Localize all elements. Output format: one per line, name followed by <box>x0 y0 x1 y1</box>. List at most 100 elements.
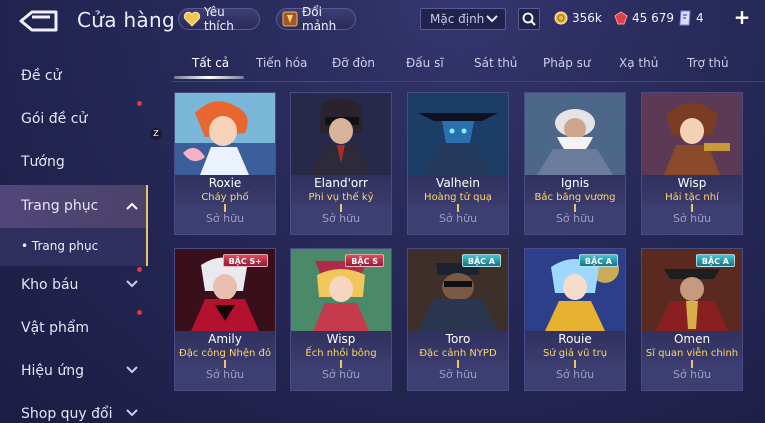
tab-tank[interactable]: Đỡ đòn <box>332 56 375 70</box>
skin-info: Wisp Ếch nhồi bông <box>291 331 391 361</box>
tier-badge: BẬC A <box>695 254 735 267</box>
tab-assassin[interactable]: Sát thủ <box>474 56 517 70</box>
back-arrow-icon <box>19 10 58 32</box>
gold-coin-icon <box>554 11 568 25</box>
collapse-sidebar-button[interactable]: Z <box>150 128 162 140</box>
hero-name: Valhein <box>436 176 480 190</box>
skin-info: Omen Sĩ quan viễn chinh <box>642 331 742 361</box>
sidebar-item-label: Gói đề cử <box>21 111 88 127</box>
voucher-icon <box>678 10 692 26</box>
sidebar-item-label: Hiệu ứng <box>21 363 84 379</box>
sidebar-item-featured-bundles[interactable]: Gói đề cử <box>0 99 148 139</box>
sidebar-subitem-label: • Trang phục <box>21 239 99 253</box>
sidebar-item-label: Trang phục <box>21 198 99 214</box>
sidebar-item-exchange-shop[interactable]: Shop quy đổi <box>0 394 148 423</box>
chevron-down-icon <box>486 15 498 23</box>
sidebar-item-label: Đề cử <box>21 68 62 84</box>
skin-card[interactable]: Wisp Hải tặc nhí Sở hữu <box>641 92 743 235</box>
skin-name: Ếch nhồi bông <box>305 348 377 359</box>
sidebar-item-label: Tướng <box>21 154 65 170</box>
skin-card[interactable]: Roxie Cháy phố Sở hữu <box>174 92 276 235</box>
add-currency-button[interactable]: + <box>733 7 751 27</box>
owned-status: Sở hữu <box>408 361 508 390</box>
tab-mage[interactable]: Pháp sư <box>543 56 590 70</box>
notification-dot <box>137 267 142 272</box>
shard-icon <box>281 11 299 27</box>
tab-support[interactable]: Trợ thủ <box>687 56 729 70</box>
hero-name: Toro <box>445 332 471 346</box>
hero-name: Roxie <box>208 176 242 190</box>
back-button[interactable] <box>18 9 60 33</box>
sidebar-subitem-skins[interactable]: • Trang phục <box>0 228 148 266</box>
sidebar-item-heroes[interactable]: Tướng <box>0 142 148 182</box>
skin-card[interactable]: BẬC A Omen Sĩ quan viễn chinh Sở hữu <box>641 248 743 391</box>
skin-card[interactable]: BẬC S Wisp Ếch nhồi bông Sở hữu <box>290 248 392 391</box>
owned-status: Sở hữu <box>642 205 742 234</box>
skin-name: Cháy phố <box>201 192 249 203</box>
ruby-amount: 45 679 <box>632 11 674 25</box>
owned-status: Sở hữu <box>175 361 275 390</box>
skin-info: Rouie Sứ giả vũ trụ <box>525 331 625 361</box>
voucher-amount: 4 <box>696 11 704 25</box>
hero-name: Omen <box>673 332 711 346</box>
search-button[interactable] <box>518 8 540 30</box>
favorites-label: Yêu thích <box>204 5 234 33</box>
sidebar-item-effects[interactable]: Hiệu ứng <box>0 351 148 391</box>
sidebar-item-label: Shop quy đổi <box>21 406 113 422</box>
owned-status: Sở hữu <box>408 205 508 234</box>
sidebar-item-items[interactable]: Vật phẩm <box>0 308 148 348</box>
tier-badge: BẬC S+ <box>222 254 268 267</box>
skin-card[interactable]: BẬC A Toro Đặc cảnh NYPD Sở hữu <box>407 248 509 391</box>
category-tabs: Tất cả Tiến hóa Đỡ đòn Đấu sĩ Sát thủ Ph… <box>172 50 765 82</box>
skin-card[interactable]: Valhein Hoàng tử quạ Sở hữu <box>407 92 509 235</box>
notification-dot <box>137 310 142 315</box>
chevron-up-icon <box>126 202 138 210</box>
ruby-balance: 45 679 <box>614 9 674 27</box>
skin-portrait <box>408 93 508 175</box>
hero-name: Wisp <box>326 332 356 346</box>
hero-name: Wisp <box>677 176 707 190</box>
page-title: Cửa hàng <box>77 8 175 32</box>
sidebar-item-featured[interactable]: Đề cử <box>0 56 148 96</box>
sidebar-item-skins[interactable]: Trang phục <box>0 185 148 228</box>
plus-icon: + <box>733 5 751 29</box>
exchange-button[interactable]: Đổi mảnh <box>276 5 356 33</box>
exchange-label: Đổi mảnh <box>302 5 337 33</box>
hero-name: Rouie <box>558 332 592 346</box>
search-icon <box>522 12 536 26</box>
skin-info: Amily Đặc công Nhện đỏ <box>175 331 275 361</box>
tab-warrior[interactable]: Đấu sĩ <box>406 56 444 70</box>
sort-dropdown[interactable]: Mặc định <box>420 8 506 30</box>
favorites-button[interactable]: Yêu thích <box>178 5 260 33</box>
tab-evolution[interactable]: Tiến hóa <box>256 56 307 70</box>
sidebar: Đề cử Gói đề cử Tướng Trang phục • Trang… <box>0 40 150 423</box>
skin-info: Wisp Hải tặc nhí <box>642 175 742 205</box>
skin-portrait <box>642 93 742 175</box>
skin-card[interactable]: BẬC S+ Amily Đặc công Nhện đỏ Sở hữu <box>174 248 276 391</box>
skin-name: Phi vụ thế kỷ <box>308 192 374 203</box>
tab-all[interactable]: Tất cả <box>192 56 229 70</box>
skin-card[interactable]: BẬC A Rouie Sứ giả vũ trụ Sở hữu <box>524 248 626 391</box>
hero-name: Eland'orr <box>314 176 368 190</box>
active-tab-indicator <box>174 76 244 79</box>
skin-info: Ignis Bắc băng vương <box>525 175 625 205</box>
skin-portrait <box>175 93 275 175</box>
skin-card[interactable]: Eland'orr Phi vụ thế kỷ Sở hữu <box>290 92 392 235</box>
sidebar-item-label: Vật phẩm <box>21 320 90 336</box>
hero-name: Ignis <box>560 176 590 190</box>
skin-name: Sĩ quan viễn chinh <box>645 348 739 359</box>
sidebar-item-treasure[interactable]: Kho báu <box>0 265 148 305</box>
skin-card[interactable]: Ignis Bắc băng vương Sở hữu <box>524 92 626 235</box>
owned-status: Sở hữu <box>291 361 391 390</box>
owned-status: Sở hữu <box>525 361 625 390</box>
owned-status: Sở hữu <box>291 205 391 234</box>
top-bar: Cửa hàng Yêu thích Đổi mảnh Mặc định 356… <box>0 0 765 40</box>
tab-marksman[interactable]: Xạ thủ <box>619 56 658 70</box>
heart-icon <box>183 11 201 27</box>
skin-portrait <box>291 93 391 175</box>
skin-name: Đặc cảnh NYPD <box>419 348 497 359</box>
tier-badge: BẬC S <box>345 254 384 267</box>
owned-status: Sở hữu <box>642 361 742 390</box>
chevron-down-icon <box>126 409 138 417</box>
tier-badge: BẬC A <box>461 254 501 267</box>
